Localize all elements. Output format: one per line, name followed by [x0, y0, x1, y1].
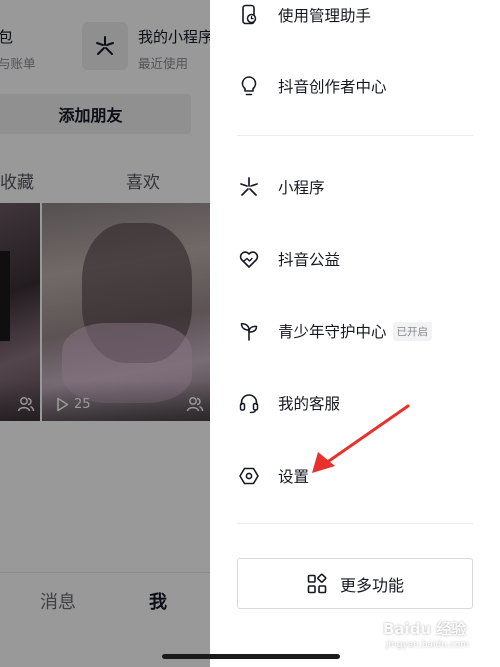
menu-item-label: 我的客服 [278, 395, 341, 413]
status-badge: 已开启 [392, 321, 433, 341]
menu-item-label: 设置 [278, 468, 310, 486]
menu-item-label: 抖音公益 [278, 251, 341, 269]
charity-heart-icon [238, 248, 260, 270]
menu-item-usage-assistant[interactable]: 使用管理助手 [238, 0, 371, 30]
menu-item-label: 小程序 [278, 179, 325, 197]
menu-item-charity[interactable]: 抖音公益 [238, 244, 340, 274]
sprout-icon [238, 320, 260, 342]
phone-clock-icon [238, 4, 260, 26]
lightbulb-icon [238, 75, 260, 97]
mini-program-icon [238, 176, 260, 198]
dim-overlay[interactable] [0, 0, 210, 667]
more-functions-button[interactable]: 更多功能 [237, 558, 473, 609]
menu-item-mini-program[interactable]: 小程序 [238, 172, 325, 202]
menu-item-label: 使用管理助手 [278, 7, 372, 25]
watermark-url: jingyan.baidu.com [386, 640, 470, 650]
side-drawer: 使用管理助手 抖音创作者中心 小程序 抖音公益 青少年守护中心 已开启 我的客服… [210, 0, 500, 667]
hexagon-settings-icon [238, 465, 260, 487]
grid-apps-icon [307, 573, 327, 593]
headset-icon [238, 392, 260, 414]
home-indicator [162, 654, 340, 659]
menu-item-creator-center[interactable]: 抖音创作者中心 [238, 71, 387, 101]
more-functions-label: 更多功能 [339, 575, 404, 595]
menu-item-settings[interactable]: 设置 [238, 461, 309, 491]
menu-item-label: 青少年守护中心 [278, 323, 387, 341]
divider [237, 135, 473, 136]
divider [237, 523, 473, 524]
menu-item-label: 抖音创作者中心 [278, 78, 387, 96]
watermark-logo: Baidu 经验 [383, 620, 467, 638]
menu-item-youth-protection[interactable]: 青少年守护中心 已开启 [238, 316, 433, 346]
menu-item-customer-service[interactable]: 我的客服 [238, 388, 340, 418]
